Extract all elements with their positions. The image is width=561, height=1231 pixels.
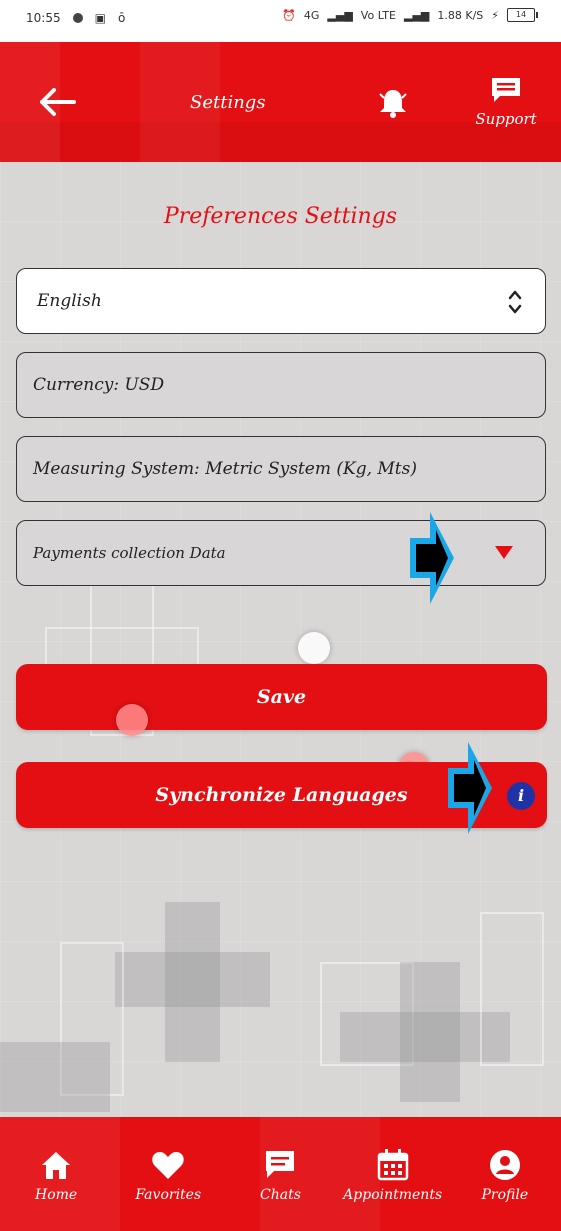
language-value: English [37, 291, 102, 311]
network-label-2: Vo LTE [360, 8, 396, 22]
support-button[interactable]: Support [474, 76, 538, 128]
heart-icon [152, 1152, 185, 1179]
home-icon [42, 1152, 71, 1179]
background-cross-decoration [115, 952, 270, 1007]
measuring-system-value: Measuring System: Metric System (Kg, Mts… [33, 459, 417, 479]
background-cross-decoration [0, 1042, 110, 1112]
nav-home-label: Home [34, 1187, 78, 1203]
info-icon[interactable]: i [507, 782, 535, 810]
synchronize-languages-label: Synchronize Languages [155, 784, 408, 806]
preferences-title: Preferences Settings [163, 204, 398, 229]
status-time: 10:55 [26, 11, 61, 25]
currency-field[interactable]: Currency: USD [16, 352, 546, 418]
measuring-system-field[interactable]: Measuring System: Metric System (Kg, Mts… [16, 436, 546, 502]
nav-profile[interactable]: Profile [450, 1147, 560, 1203]
nav-profile-label: Profile [481, 1187, 529, 1203]
battery-icon: 14 [507, 8, 538, 22]
speed-label: 1.88 K/S [437, 8, 484, 22]
page-title: Settings [190, 92, 266, 113]
payments-collection-dropdown[interactable]: Payments collection Data [16, 520, 546, 586]
nav-home[interactable]: Home [1, 1147, 111, 1203]
nav-appointments[interactable]: Appointments [338, 1147, 448, 1203]
nav-chats-label: Chats [260, 1187, 301, 1203]
charging-icon: ⚡ [491, 8, 499, 22]
nav-favorites-label: Favorites [135, 1187, 202, 1203]
battery-level: 14 [515, 10, 527, 19]
support-label: Support [475, 110, 537, 128]
payments-collection-label: Payments collection Data [33, 544, 226, 562]
support-chat-icon [492, 78, 520, 102]
app-notification-icon: ō [117, 11, 126, 25]
touch-indicator [116, 704, 148, 736]
status-bar: 10:55 ▣ ō ⏰ 4G ▂▄▆ Vo LTE ▂▄▆ 1.88 K/S ⚡… [0, 0, 561, 42]
calendar-icon [377, 1149, 408, 1181]
profile-icon [489, 1150, 520, 1180]
status-bar-right: ⏰ 4G ▂▄▆ Vo LTE ▂▄▆ 1.88 K/S ⚡ 14 [282, 8, 538, 22]
save-button[interactable]: Save [16, 664, 547, 730]
nav-appointments-label: Appointments [343, 1187, 443, 1203]
nav-chats[interactable]: Chats [225, 1147, 335, 1203]
app-header: Settings Support [0, 42, 561, 162]
network-label-1: 4G [303, 8, 320, 22]
dropdown-caret-icon[interactable] [495, 546, 513, 559]
settings-content: Preferences Settings English Currency: U… [0, 162, 561, 1117]
bottom-navigation: Home Favorites Chats Appointments Profil… [0, 1117, 561, 1231]
select-updown-icon [508, 290, 522, 314]
pointer-arrow-icon [410, 512, 454, 604]
pointer-arrow-icon [448, 742, 492, 834]
background-cross-decoration [480, 912, 544, 1066]
signal-icon: ▂▄▆ [327, 8, 353, 22]
alarm-icon: ⏰ [282, 8, 296, 22]
status-bar-left: 10:55 ▣ ō [26, 11, 125, 25]
message-notification-icon [72, 13, 83, 23]
save-label: Save [256, 686, 307, 708]
back-arrow-icon[interactable] [38, 86, 78, 118]
screenshot-notification-icon: ▣ [94, 11, 106, 25]
signal-icon-2: ▂▄▆ [403, 8, 430, 22]
touch-indicator [298, 632, 330, 664]
language-select[interactable]: English [16, 268, 546, 334]
nav-favorites[interactable]: Favorites [113, 1147, 223, 1203]
chat-icon [266, 1151, 295, 1178]
currency-value: Currency: USD [33, 375, 165, 395]
notification-bell-icon[interactable] [376, 86, 410, 118]
